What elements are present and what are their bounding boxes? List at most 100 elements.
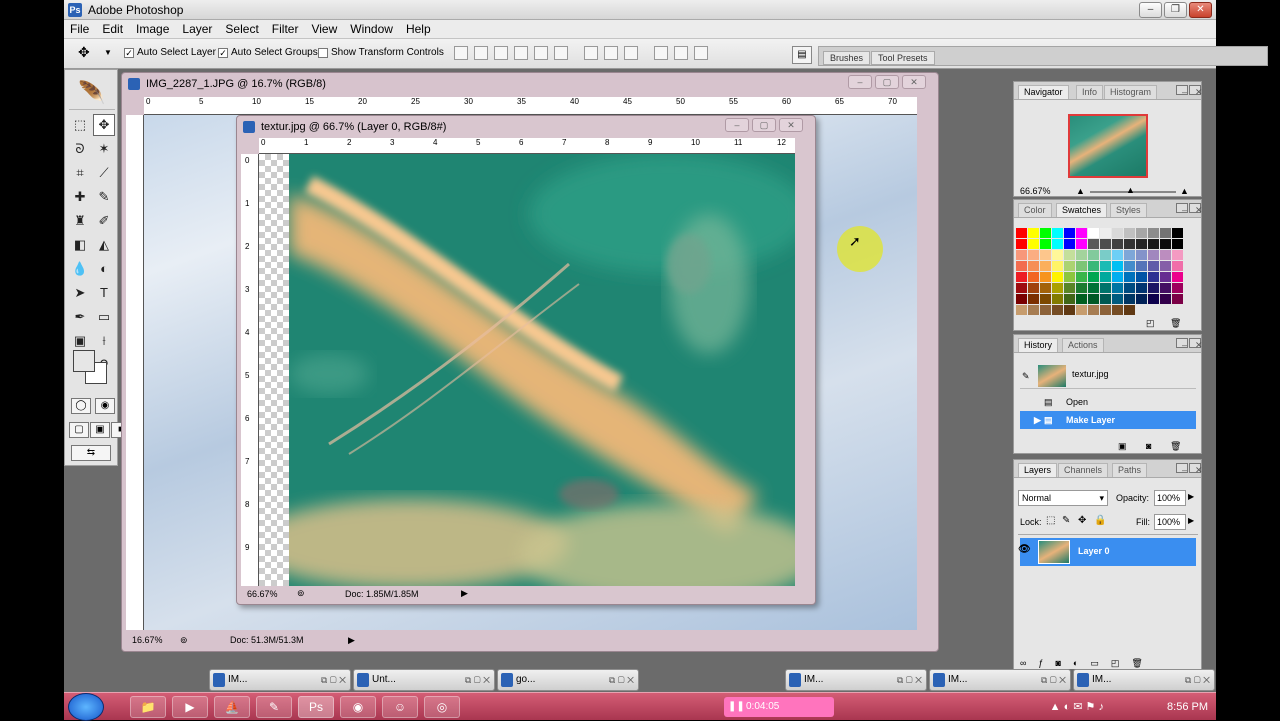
swatch[interactable] <box>1076 294 1087 304</box>
swatch[interactable] <box>1148 228 1159 238</box>
healing-brush-tool-icon[interactable]: ✚ <box>69 186 91 208</box>
tab-actions[interactable]: Actions <box>1062 338 1104 352</box>
brush-tool-icon[interactable]: ✎ <box>93 186 115 208</box>
swatch[interactable] <box>1040 305 1051 315</box>
swatch[interactable] <box>1052 239 1063 249</box>
menu-file[interactable]: File <box>70 22 89 36</box>
doc-close-button[interactable]: ✕ <box>902 75 926 89</box>
lock-all-icon[interactable]: 🔒 <box>1094 515 1106 526</box>
swatch[interactable] <box>1028 272 1039 282</box>
history-brush-tool-icon[interactable]: ✐ <box>93 210 115 232</box>
swatch[interactable] <box>1124 228 1135 238</box>
swatch[interactable] <box>1172 239 1183 249</box>
swatch[interactable] <box>1040 272 1051 282</box>
swatch[interactable] <box>1040 261 1051 271</box>
swatch[interactable] <box>1148 283 1159 293</box>
swatch[interactable] <box>1028 283 1039 293</box>
taskbar-app2-icon[interactable]: ✎ <box>256 696 292 718</box>
eraser-tool-icon[interactable]: ◧ <box>69 234 91 256</box>
swatch[interactable] <box>1040 294 1051 304</box>
new-group-icon[interactable]: ▭ <box>1090 658 1099 669</box>
minimize-button[interactable]: – <box>1139 2 1162 18</box>
swatch[interactable] <box>1112 239 1123 249</box>
swatch[interactable] <box>1172 294 1183 304</box>
adobe-feather-icon[interactable]: 🪶 <box>69 76 115 110</box>
swatch[interactable] <box>1100 283 1111 293</box>
status-icon[interactable]: ⊚ <box>180 635 188 646</box>
layer-row-layer-0[interactable]: 👁 Layer 0 <box>1018 538 1196 566</box>
tab-swatches[interactable]: Swatches <box>1056 203 1108 217</box>
taskbar-media-icon[interactable]: ▶ <box>172 696 208 718</box>
swatch[interactable] <box>1136 250 1147 260</box>
status-icon[interactable]: ⊚ <box>297 588 305 599</box>
swatch[interactable] <box>1160 283 1171 293</box>
swatch[interactable] <box>1064 283 1075 293</box>
lock-image-icon[interactable]: ✎ <box>1062 515 1070 526</box>
opacity-slider-arrow-icon[interactable]: ▶ <box>1188 492 1194 501</box>
swatch[interactable] <box>1148 294 1159 304</box>
swatch[interactable] <box>1088 272 1099 282</box>
swatch[interactable] <box>1136 283 1147 293</box>
distribute-bottom-icon[interactable] <box>624 46 638 60</box>
swatch[interactable] <box>1052 261 1063 271</box>
zoom-level[interactable]: 16.67% <box>132 635 163 645</box>
tab-histogram[interactable]: Histogram <box>1104 85 1158 99</box>
history-brush-source-icon[interactable]: ✎ <box>1022 371 1030 382</box>
pause-icon[interactable]: ❚❚ <box>728 697 745 717</box>
swatch[interactable] <box>1100 272 1111 282</box>
lock-transparent-icon[interactable]: ⬚ <box>1046 515 1055 526</box>
eyedropper-tool-icon[interactable]: ⟊ <box>93 330 115 352</box>
swatch[interactable] <box>1100 228 1111 238</box>
swatch[interactable] <box>1028 294 1039 304</box>
swatch[interactable] <box>1016 294 1027 304</box>
blur-tool-icon[interactable]: 💧 <box>69 258 91 280</box>
new-layer-icon[interactable]: ◰ <box>1111 658 1120 669</box>
swatch[interactable] <box>1160 228 1171 238</box>
swatch[interactable] <box>1076 239 1087 249</box>
start-button[interactable] <box>68 693 104 721</box>
doc-minimize-button[interactable]: – <box>725 118 749 132</box>
history-item-open[interactable]: ▤ Open <box>1020 393 1196 411</box>
zoom-level[interactable]: 66.67% <box>247 589 278 599</box>
clock[interactable]: 8:56 PM <box>1167 701 1208 713</box>
swatch[interactable] <box>1028 261 1039 271</box>
swatch[interactable] <box>1052 272 1063 282</box>
screen-recorder-widget[interactable]: ❚❚ 0:04:05 <box>724 697 834 717</box>
panel-close-icon[interactable]: ✕ <box>1189 203 1203 215</box>
tab-navigator[interactable]: Navigator <box>1018 85 1069 99</box>
menu-image[interactable]: Image <box>136 22 169 36</box>
swatch[interactable] <box>1064 239 1075 249</box>
link-layers-icon[interactable]: ∞ <box>1020 658 1026 669</box>
delete-state-icon[interactable]: 🗑 <box>1170 441 1181 452</box>
swatch[interactable] <box>1076 228 1087 238</box>
panel-minimize-icon[interactable]: – <box>1176 338 1188 350</box>
swatch[interactable] <box>1016 228 1027 238</box>
tab-paths[interactable]: Paths <box>1112 463 1148 477</box>
swatch[interactable] <box>1112 272 1123 282</box>
new-swatch-icon[interactable]: ◰ <box>1146 318 1155 329</box>
quick-mask-mode-icon[interactable]: ◉ <box>95 398 115 414</box>
swatch[interactable] <box>1160 261 1171 271</box>
minimized-window-6[interactable]: IM... ⧉ ▢ ✕ <box>1073 669 1215 691</box>
type-tool-icon[interactable]: T <box>93 282 115 304</box>
swatch[interactable] <box>1028 239 1039 249</box>
swatch[interactable] <box>1040 283 1051 293</box>
panel-minimize-icon[interactable]: – <box>1176 203 1188 215</box>
minimized-window-4[interactable]: IM... ⧉ ▢ ✕ <box>785 669 927 691</box>
show-transform-controls-checkbox[interactable]: Show Transform Controls <box>318 47 444 58</box>
swatch[interactable] <box>1016 250 1027 260</box>
menu-filter[interactable]: Filter <box>272 22 299 36</box>
swatch[interactable] <box>1172 272 1183 282</box>
swatch[interactable] <box>1064 250 1075 260</box>
align-bottom-icon[interactable] <box>494 46 508 60</box>
opacity-field[interactable]: 100% <box>1154 490 1186 506</box>
align-vcenter-icon[interactable] <box>474 46 488 60</box>
swatch[interactable] <box>1112 305 1123 315</box>
layer-style-icon[interactable]: ƒ <box>1038 658 1043 669</box>
swatch[interactable] <box>1052 228 1063 238</box>
navigator-zoom-value[interactable]: 66.67% <box>1020 186 1051 196</box>
swatch[interactable] <box>1136 261 1147 271</box>
crop-tool-icon[interactable]: ⌗ <box>69 162 91 184</box>
swatch[interactable] <box>1064 305 1075 315</box>
pen-tool-icon[interactable]: ✒ <box>69 306 91 328</box>
